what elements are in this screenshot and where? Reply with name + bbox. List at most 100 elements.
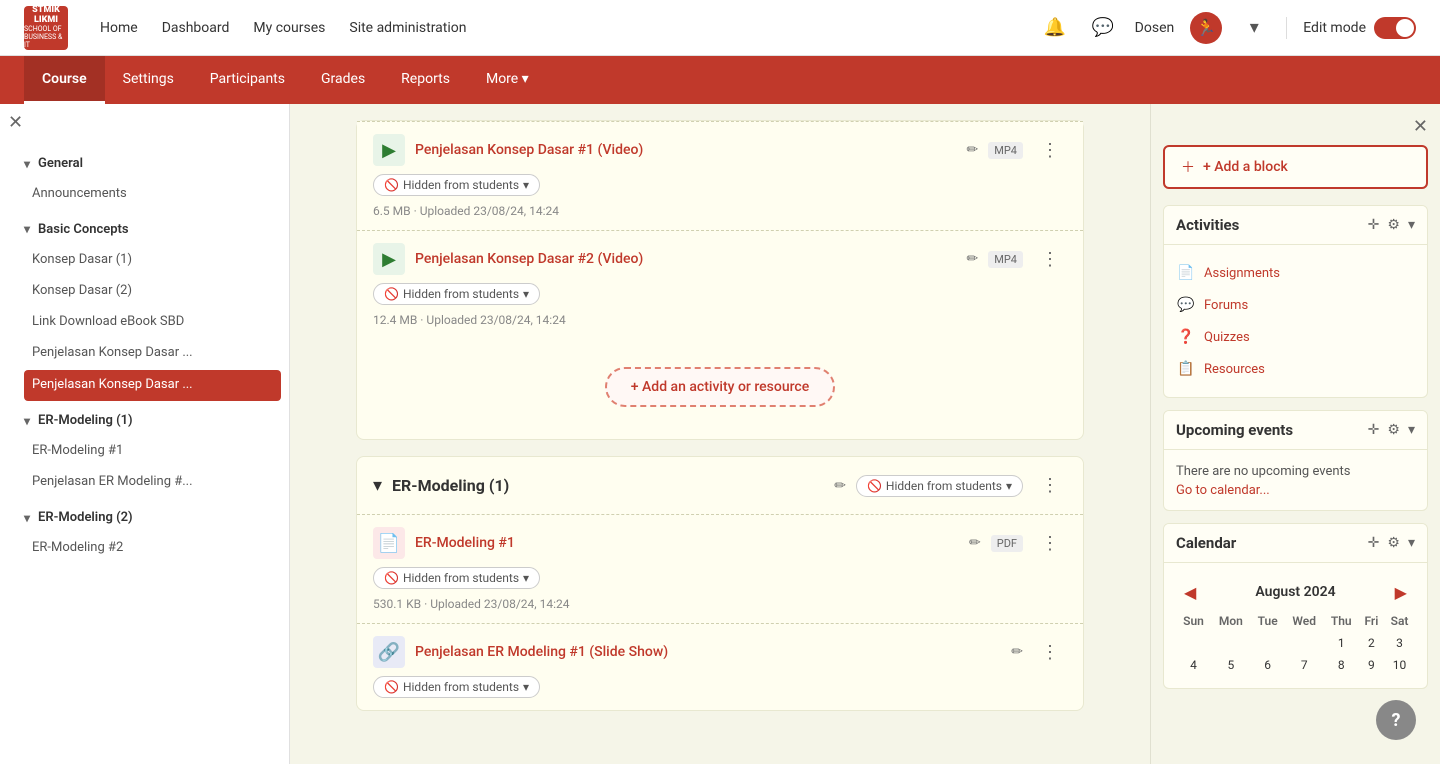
visibility-badge-pdf[interactable]: 🚫 Hidden from students ▾ bbox=[373, 567, 540, 589]
collapse-er1-icon[interactable]: ▾ bbox=[373, 475, 382, 496]
visibility-badge-er1[interactable]: 🚫 Hidden from students ▾ bbox=[856, 475, 1023, 497]
nav-site-admin[interactable]: Site administration bbox=[349, 20, 466, 36]
upcoming-move-icon[interactable]: ✛ bbox=[1368, 422, 1380, 438]
activities-settings-icon[interactable]: ⚙ bbox=[1387, 217, 1400, 233]
notification-icon[interactable]: 🔔 bbox=[1039, 12, 1071, 44]
file-name-video2[interactable]: Penjelasan Konsep Dasar #2 (Video) bbox=[415, 251, 957, 267]
activities-move-icon[interactable]: ✛ bbox=[1368, 217, 1380, 233]
file-item-slideshow: 🔗 Penjelasan ER Modeling #1 (Slide Show)… bbox=[357, 623, 1083, 710]
cal-d-5[interactable]: 5 bbox=[1211, 654, 1251, 676]
more-video1[interactable]: ⋮ bbox=[1033, 136, 1067, 165]
sidebar-resize-handle[interactable] bbox=[283, 104, 289, 764]
cal-d-2[interactable]: 2 bbox=[1359, 632, 1384, 654]
logo[interactable]: STMIK LIKMI SCHOOL OF BUSINESS & IT bbox=[24, 6, 68, 50]
sidebar-item-er2-1[interactable]: ER-Modeling #2 bbox=[0, 533, 289, 564]
cal-d-7[interactable]: 7 bbox=[1285, 654, 1324, 676]
edit-icon-video1[interactable]: ✏ bbox=[967, 142, 979, 158]
file-name-pdf[interactable]: ER-Modeling #1 bbox=[415, 535, 959, 551]
tab-participants[interactable]: Participants bbox=[192, 56, 303, 104]
go-to-calendar-link[interactable]: Go to calendar... bbox=[1176, 483, 1270, 498]
cal-row-1: 1 2 3 bbox=[1176, 632, 1415, 654]
help-button[interactable]: ? bbox=[1376, 700, 1416, 740]
file-size-video1: 6.5 MB · Uploaded 23/08/24, 14:24 bbox=[373, 204, 559, 218]
sidebar-item-penjelasan1[interactable]: Penjelasan Konsep Dasar ... bbox=[0, 338, 289, 369]
edit-icon-video2[interactable]: ✏ bbox=[967, 251, 979, 267]
tab-reports[interactable]: Reports bbox=[383, 56, 468, 104]
sidebar-section-basic-concepts-title: Basic Concepts bbox=[38, 222, 129, 237]
cal-d-1[interactable]: 1 bbox=[1324, 632, 1359, 654]
sidebar-item-penjelasan2-active[interactable]: Penjelasan Konsep Dasar ... bbox=[24, 370, 281, 401]
calendar-collapse-icon[interactable]: ▾ bbox=[1408, 535, 1415, 551]
edit-mode-toggle[interactable] bbox=[1374, 17, 1416, 39]
cal-d-3[interactable]: 3 bbox=[1384, 632, 1415, 654]
cal-d-4[interactable]: 4 bbox=[1176, 654, 1211, 676]
calendar-header: Calendar ✛ ⚙ ▾ bbox=[1164, 524, 1427, 563]
add-activity-button[interactable]: + Add an activity or resource bbox=[605, 367, 835, 407]
avatar[interactable]: 🏃 bbox=[1190, 12, 1222, 44]
tab-course[interactable]: Course bbox=[24, 56, 105, 104]
file-type-video2: MP4 bbox=[988, 251, 1023, 268]
cal-d-empty1 bbox=[1176, 632, 1211, 654]
cal-d-8[interactable]: 8 bbox=[1324, 654, 1359, 676]
activity-link-assignments[interactable]: 📄 Assignments bbox=[1176, 257, 1415, 289]
tab-more[interactable]: More ▾ bbox=[468, 56, 547, 104]
add-block-button[interactable]: ＋ + Add a block bbox=[1163, 145, 1428, 189]
sidebar-section-general-title: General bbox=[38, 156, 83, 171]
visibility-badge-slideshow[interactable]: 🚫 Hidden from students ▾ bbox=[373, 676, 540, 698]
forums-label: Forums bbox=[1204, 298, 1248, 313]
right-panel-close-button[interactable]: ✕ bbox=[1413, 116, 1428, 137]
basic-concepts-card: ▶ Penjelasan Konsep Dasar #1 (Video) ✏ M… bbox=[356, 120, 1084, 440]
edit-icon-er1-section[interactable]: ✏ bbox=[834, 478, 846, 494]
content-area: ▶ Penjelasan Konsep Dasar #1 (Video) ✏ M… bbox=[290, 104, 1150, 764]
more-slideshow[interactable]: ⋮ bbox=[1033, 638, 1067, 667]
sidebar-item-konsep1[interactable]: Konsep Dasar (1) bbox=[0, 245, 289, 276]
tab-grades[interactable]: Grades bbox=[303, 56, 383, 104]
sidebar-item-er1-1[interactable]: ER-Modeling #1 bbox=[0, 436, 289, 467]
calendar-settings-icon[interactable]: ⚙ bbox=[1387, 535, 1400, 551]
sidebar-item-konsep2[interactable]: Konsep Dasar (2) bbox=[0, 276, 289, 307]
message-icon[interactable]: 💬 bbox=[1087, 12, 1119, 44]
activity-link-quizzes[interactable]: ❓ Quizzes bbox=[1176, 321, 1415, 353]
sidebar-section-er1-header[interactable]: ▾ ER-Modeling (1) bbox=[0, 405, 289, 436]
calendar-title: Calendar bbox=[1176, 534, 1368, 552]
sidebar-item-ebook[interactable]: Link Download eBook SBD bbox=[0, 307, 289, 338]
sidebar-section-basic-concepts-header[interactable]: ▾ Basic Concepts bbox=[0, 214, 289, 245]
edit-icon-pdf[interactable]: ✏ bbox=[969, 535, 981, 551]
sidebar-section-er2-header[interactable]: ▾ ER-Modeling (2) bbox=[0, 502, 289, 533]
cal-d-empty3 bbox=[1251, 632, 1285, 654]
sidebar-item-er1-penjelasan[interactable]: Penjelasan ER Modeling #... bbox=[0, 467, 289, 498]
file-name-slideshow[interactable]: Penjelasan ER Modeling #1 (Slide Show) bbox=[415, 644, 1001, 660]
cal-d-6[interactable]: 6 bbox=[1251, 654, 1285, 676]
nav-dashboard[interactable]: Dashboard bbox=[162, 20, 230, 36]
file-size-pdf: 530.1 KB · Uploaded 23/08/24, 14:24 bbox=[373, 597, 570, 611]
sidebar-close-icon[interactable]: ✕ bbox=[8, 112, 23, 133]
upcoming-collapse-icon[interactable]: ▾ bbox=[1408, 422, 1415, 438]
cal-d-9[interactable]: 9 bbox=[1359, 654, 1384, 676]
visibility-badge-video2[interactable]: 🚫 Hidden from students ▾ bbox=[373, 283, 540, 305]
upcoming-settings-icon[interactable]: ⚙ bbox=[1387, 422, 1400, 438]
activity-link-resources[interactable]: 📋 Resources bbox=[1176, 353, 1415, 385]
calendar-prev-button[interactable]: ◀ bbox=[1180, 583, 1200, 602]
more-video2[interactable]: ⋮ bbox=[1033, 245, 1067, 274]
pdf-icon: 📄 bbox=[373, 527, 405, 559]
user-menu-chevron[interactable]: ▾ bbox=[1238, 12, 1270, 44]
nav-my-courses[interactable]: My courses bbox=[253, 20, 325, 36]
cal-d-10[interactable]: 10 bbox=[1384, 654, 1415, 676]
more-er1-section[interactable]: ⋮ bbox=[1033, 471, 1067, 500]
eye-slash-icon-2: 🚫 bbox=[384, 287, 399, 301]
sidebar-section-general-header[interactable]: ▾ General bbox=[0, 148, 289, 179]
file-item-video1: ▶ Penjelasan Konsep Dasar #1 (Video) ✏ M… bbox=[357, 121, 1083, 230]
activities-collapse-icon[interactable]: ▾ bbox=[1408, 217, 1415, 233]
visibility-badge-video1[interactable]: 🚫 Hidden from students ▾ bbox=[373, 174, 540, 196]
calendar-table: Sun Mon Tue Wed Thu Fri Sat bbox=[1176, 610, 1415, 676]
calendar-next-button[interactable]: ▶ bbox=[1391, 583, 1411, 602]
activity-link-forums[interactable]: 💬 Forums bbox=[1176, 289, 1415, 321]
nav-home[interactable]: Home bbox=[100, 20, 138, 36]
calendar-move-icon[interactable]: ✛ bbox=[1368, 535, 1380, 551]
file-name-video1[interactable]: Penjelasan Konsep Dasar #1 (Video) bbox=[415, 142, 957, 158]
edit-icon-slideshow[interactable]: ✏ bbox=[1011, 644, 1023, 660]
sidebar-item-announcements[interactable]: Announcements bbox=[0, 179, 289, 210]
er-modeling-1-header: ▾ ER-Modeling (1) ✏ 🚫 Hidden from studen… bbox=[357, 457, 1083, 514]
more-pdf[interactable]: ⋮ bbox=[1033, 529, 1067, 558]
tab-settings[interactable]: Settings bbox=[105, 56, 192, 104]
